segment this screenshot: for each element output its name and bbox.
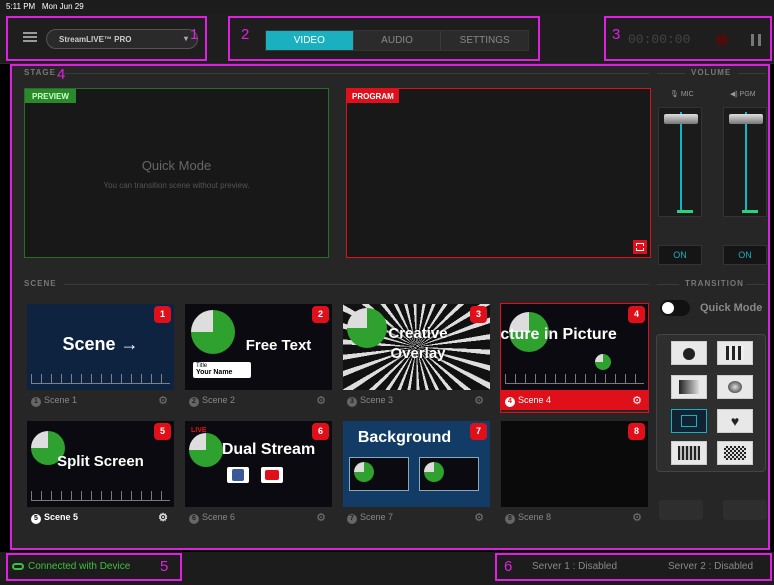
annotation-box-3 bbox=[604, 16, 772, 61]
annotation-number-6: 6 bbox=[504, 558, 513, 575]
annotation-box-2 bbox=[228, 16, 540, 61]
annotation-number-2: 2 bbox=[241, 26, 250, 43]
annotation-box-1 bbox=[6, 16, 207, 61]
annotation-number-5: 5 bbox=[160, 558, 169, 575]
annotation-number-3: 3 bbox=[612, 26, 621, 43]
system-status-bar: 5:11 PM Mon Jun 29 bbox=[0, 0, 774, 14]
annotation-box-4 bbox=[10, 64, 770, 550]
status-date: Mon Jun 29 bbox=[41, 2, 84, 11]
status-time: 5:11 PM bbox=[6, 2, 36, 11]
annotation-number-1: 1 bbox=[190, 26, 199, 43]
annotation-box-6 bbox=[495, 553, 772, 581]
annotation-number-4: 4 bbox=[57, 66, 66, 83]
annotation-box-5 bbox=[6, 553, 182, 581]
